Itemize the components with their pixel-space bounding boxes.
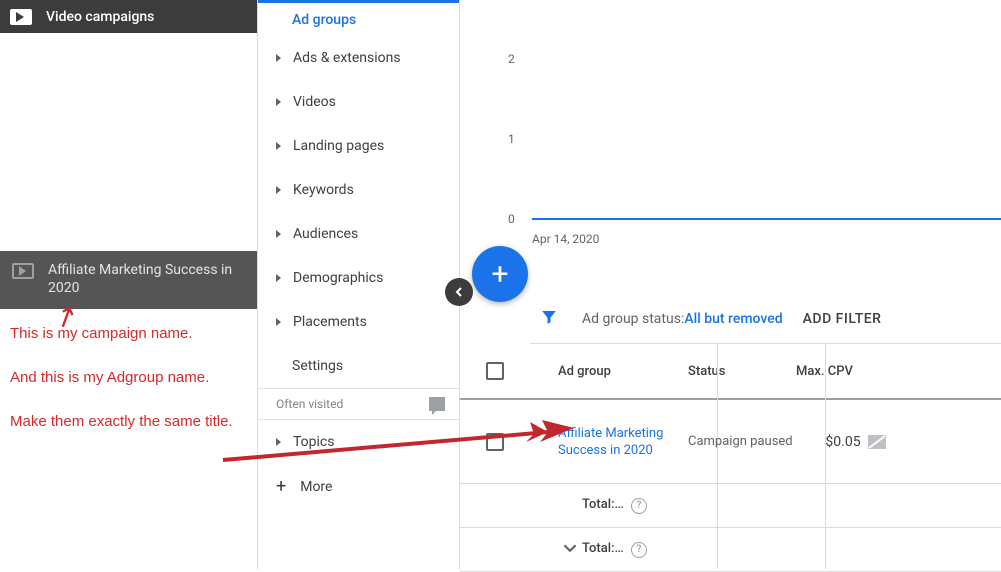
table-header: Ad group Status Max. CPV bbox=[460, 344, 1001, 400]
nav-topics[interactable]: Topics bbox=[258, 420, 459, 464]
header-adgroup[interactable]: Ad group bbox=[558, 364, 688, 379]
annotation-line2: And this is my Adgroup name. bbox=[10, 367, 245, 389]
nav-label: Settings bbox=[292, 358, 343, 374]
video-icon bbox=[10, 9, 32, 25]
nav-landing-pages[interactable]: Landing pages bbox=[258, 124, 459, 168]
video-outline-icon bbox=[12, 263, 34, 279]
nav-label: Keywords bbox=[293, 182, 354, 198]
y-tick-0: 0 bbox=[508, 212, 515, 226]
nav-placements[interactable]: Placements bbox=[258, 300, 459, 344]
filter-icon[interactable] bbox=[540, 308, 558, 330]
nav-column: Ad groups Ads & extensions Videos Landin… bbox=[258, 0, 460, 569]
nav-more[interactable]: + More bbox=[258, 464, 459, 509]
filter-bar: Ad group status: All but removed ADD FIL… bbox=[530, 294, 1001, 344]
add-ad-group-button[interactable]: + bbox=[472, 246, 528, 302]
sidebar-header[interactable]: Video campaigns bbox=[0, 0, 257, 33]
total-label: Total:… ? bbox=[582, 497, 702, 514]
nav-label: Landing pages bbox=[293, 138, 384, 154]
row-checkbox-cell bbox=[460, 433, 530, 451]
header-checkbox-cell bbox=[460, 362, 530, 380]
cpv-value: $0.05 bbox=[825, 434, 860, 450]
plus-icon: + bbox=[276, 476, 286, 497]
nav-label: Audiences bbox=[293, 226, 358, 242]
row-adgroup-link[interactable]: Affiliate Marketing Success in 2020 bbox=[558, 425, 688, 459]
chart-area: 2 1 0 Apr 14, 2020 bbox=[460, 0, 1001, 240]
x-date: Apr 14, 2020 bbox=[532, 232, 599, 246]
sidebar-header-label: Video campaigns bbox=[46, 9, 154, 25]
nav-label: Ads & extensions bbox=[293, 50, 401, 66]
nav-active-label: Ad groups bbox=[292, 12, 356, 28]
y-tick-1: 1 bbox=[508, 132, 515, 146]
nav-label: Demographics bbox=[293, 270, 383, 286]
annotation-text: This is my campaign name. And this is my… bbox=[0, 309, 257, 433]
caret-icon bbox=[276, 230, 281, 238]
add-filter-button[interactable]: ADD FILTER bbox=[803, 311, 882, 327]
nav-keywords[interactable]: Keywords bbox=[258, 168, 459, 212]
select-all-checkbox[interactable] bbox=[486, 362, 504, 380]
row-checkbox[interactable] bbox=[486, 433, 504, 451]
sidebar-blank-area bbox=[6, 39, 251, 245]
help-icon[interactable]: ? bbox=[631, 542, 647, 558]
filter-status-label: Ad group status: bbox=[582, 311, 684, 327]
header-max-cpv[interactable]: Max. CPV bbox=[796, 364, 916, 379]
caret-icon bbox=[276, 186, 281, 194]
nav-label: More bbox=[300, 479, 332, 495]
caret-icon bbox=[276, 318, 281, 326]
caret-icon bbox=[276, 142, 281, 150]
nav-settings[interactable]: Settings bbox=[258, 344, 459, 388]
left-sidebar: Video campaigns Affiliate Marketing Succ… bbox=[0, 0, 258, 569]
annotation-line1: This is my campaign name. bbox=[10, 323, 245, 345]
feedback-icon[interactable] bbox=[429, 397, 445, 411]
not-editable-icon bbox=[867, 434, 887, 450]
nav-audiences[interactable]: Audiences bbox=[258, 212, 459, 256]
campaign-name: Affiliate Marketing Success in 2020 bbox=[48, 261, 245, 297]
total-label: Total:… ? bbox=[582, 541, 702, 558]
nav-videos[interactable]: Videos bbox=[258, 80, 459, 124]
caret-icon bbox=[276, 274, 281, 282]
expand-chevron[interactable] bbox=[558, 541, 582, 559]
row-max-cpv[interactable]: $0.05 bbox=[796, 434, 916, 450]
nav-ad-groups[interactable]: Ad groups bbox=[258, 0, 459, 36]
row-status: Campaign paused bbox=[688, 433, 796, 450]
total-row-2: Total:… ? bbox=[460, 528, 1001, 572]
table-row: Affiliate Marketing Success in 2020 Camp… bbox=[460, 400, 1001, 484]
y-tick-2: 2 bbox=[508, 52, 515, 66]
header-status[interactable]: Status bbox=[688, 364, 796, 379]
caret-icon bbox=[276, 438, 281, 446]
chart-line bbox=[532, 218, 1001, 220]
collapse-nav-button[interactable] bbox=[445, 278, 473, 306]
nav-label: Videos bbox=[293, 94, 336, 110]
nav-demographics[interactable]: Demographics bbox=[258, 256, 459, 300]
nav-label: Topics bbox=[293, 434, 334, 450]
filter-status-value[interactable]: All but removed bbox=[684, 311, 782, 327]
nav-often-visited: Often visited bbox=[258, 388, 459, 420]
caret-icon bbox=[276, 54, 281, 62]
often-label: Often visited bbox=[276, 397, 343, 411]
annotation-line3: Make them exactly the same title. bbox=[10, 411, 245, 433]
nav-ads-extensions[interactable]: Ads & extensions bbox=[258, 36, 459, 80]
total-row-1: Total:… ? bbox=[460, 484, 1001, 528]
help-icon[interactable]: ? bbox=[631, 498, 647, 514]
chevron-left-icon bbox=[454, 287, 464, 297]
campaign-selected[interactable]: Affiliate Marketing Success in 2020 bbox=[0, 251, 257, 309]
nav-label: Placements bbox=[293, 314, 367, 330]
caret-icon bbox=[276, 98, 281, 106]
